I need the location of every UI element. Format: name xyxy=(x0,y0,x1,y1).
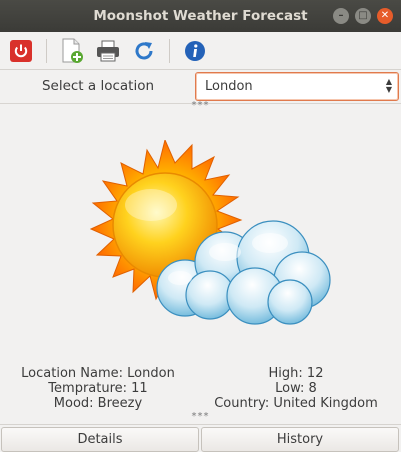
details-button[interactable]: Details xyxy=(1,427,199,452)
history-button[interactable]: History xyxy=(201,427,399,452)
print-button[interactable] xyxy=(95,38,121,64)
power-icon xyxy=(10,39,32,62)
bottom-button-bar: Details History xyxy=(0,424,401,452)
power-button[interactable] xyxy=(8,38,34,64)
top-splitter-handle[interactable]: *** xyxy=(0,100,401,111)
toolbar xyxy=(0,32,401,70)
refresh-button[interactable] xyxy=(131,38,157,64)
minimize-button[interactable]: – xyxy=(333,8,349,24)
info-icon xyxy=(185,40,205,61)
bottom-splitter-handle[interactable]: *** xyxy=(0,411,401,422)
location-select[interactable]: London ▲ ▼ xyxy=(195,72,399,101)
title-bar: Moonshot Weather Forecast – □ ✕ xyxy=(0,0,401,32)
window-controls: – □ ✕ xyxy=(333,8,393,24)
temperature-text: Temprature: 11 xyxy=(48,381,148,396)
sun-behind-cloud-icon xyxy=(90,140,331,325)
close-button[interactable]: ✕ xyxy=(377,8,393,24)
mood-text: Mood: Breezy xyxy=(53,396,143,411)
printer-icon xyxy=(97,40,119,61)
location-selected-value: London xyxy=(205,79,253,94)
info-button[interactable] xyxy=(182,38,208,64)
new-document-icon xyxy=(62,38,83,63)
high-text: High: 12 xyxy=(268,366,324,381)
maximize-button[interactable]: □ xyxy=(355,8,371,24)
country-text: Country: United Kingdom xyxy=(214,396,378,411)
weather-info-right: High: 12 Low: 8 Country: United Kingdom xyxy=(198,366,394,411)
up-down-arrows-icon: ▲ ▼ xyxy=(385,77,392,94)
location-row: Select a location London ▲ ▼ xyxy=(0,70,401,104)
toolbar-separator xyxy=(46,38,47,63)
location-name-text: Location Name: London xyxy=(21,366,175,381)
new-document-button[interactable] xyxy=(59,38,85,64)
weather-info-left: Location Name: London Temprature: 11 Moo… xyxy=(0,366,196,411)
location-label: Select a location xyxy=(41,78,155,94)
app-window: Moonshot Weather Forecast – □ ✕ Select a… xyxy=(0,0,401,452)
toolbar-separator xyxy=(169,38,170,63)
low-text: Low: 8 xyxy=(275,381,317,396)
refresh-icon xyxy=(135,41,153,59)
window-title: Moonshot Weather Forecast xyxy=(93,8,308,24)
